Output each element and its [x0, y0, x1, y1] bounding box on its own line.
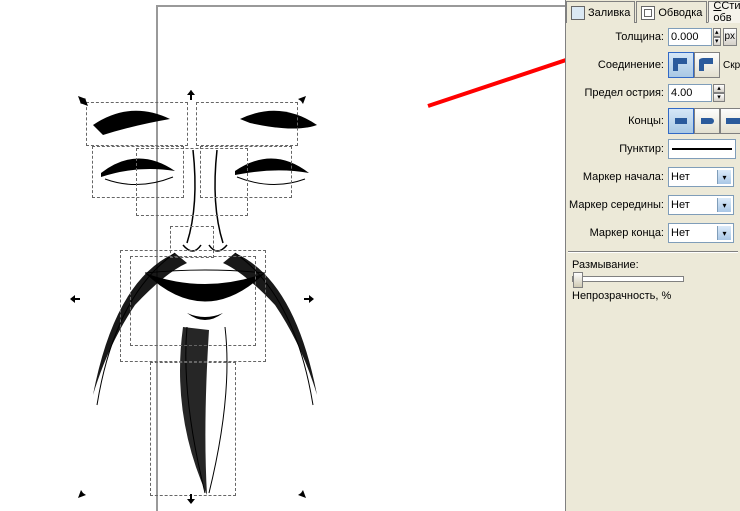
label-opacity: Непрозрачность, %: [566, 288, 740, 304]
label-marker-start: Маркер начала:: [566, 171, 668, 183]
join-round-label: Скругл: [723, 60, 740, 71]
scale-handle-s[interactable]: [186, 494, 196, 504]
cap-square-button[interactable]: [720, 108, 740, 134]
panel-tabs: Заливка Обводка ССтиль обв: [566, 0, 740, 23]
selection-box: [196, 102, 298, 146]
cap-round-icon: [699, 113, 715, 129]
label-marker-mid: Маркер середины:: [566, 199, 668, 211]
cap-butt-icon: [673, 113, 689, 129]
tab-stroke[interactable]: Обводка: [636, 1, 707, 23]
fill-swatch-icon: [571, 6, 585, 20]
slider-thumb[interactable]: [573, 272, 583, 288]
selection-box: [86, 102, 188, 146]
scale-handle-ne[interactable]: [296, 96, 306, 106]
fill-stroke-panel: Заливка Обводка ССтиль обв Толщина: ▴ ▾ …: [565, 0, 740, 511]
join-round-icon: [699, 57, 715, 73]
separator: [568, 251, 738, 253]
cap-square-icon: [725, 113, 740, 129]
tab-label: Заливка: [588, 7, 630, 19]
unit-select[interactable]: px: [723, 28, 738, 46]
dash-preview-icon: [672, 148, 732, 150]
canvas[interactable]: [0, 0, 566, 511]
tab-label: Обводка: [658, 7, 702, 19]
miter-limit-input[interactable]: [668, 84, 712, 102]
dash-pattern-select[interactable]: [668, 139, 736, 159]
tab-label: ССтиль обв: [713, 0, 740, 24]
stroke-swatch-icon: [641, 6, 655, 20]
marker-mid-value: Нет: [671, 199, 690, 211]
marker-end-select[interactable]: Нет ▾: [668, 223, 734, 243]
label-blur: Размывание:: [566, 257, 740, 273]
label-width: Толщина:: [566, 31, 668, 43]
marker-start-value: Нет: [671, 171, 690, 183]
chevron-down-icon: ▾: [717, 170, 731, 184]
cap-round-button[interactable]: [694, 108, 720, 134]
spin-up-icon[interactable]: ▴: [713, 84, 725, 93]
cap-butt-button[interactable]: [668, 108, 694, 134]
spin-up-icon[interactable]: ▴: [713, 28, 721, 37]
scale-handle-e[interactable]: [304, 294, 314, 304]
selection-box: [136, 148, 248, 216]
selection-box: [130, 256, 256, 346]
stroke-width-input[interactable]: [668, 28, 712, 46]
chevron-down-icon: ▾: [717, 226, 731, 240]
label-marker-end: Маркер конца:: [566, 227, 668, 239]
label-join: Соединение:: [566, 59, 668, 71]
tab-fill[interactable]: Заливка: [566, 1, 635, 23]
marker-start-select[interactable]: Нет ▾: [668, 167, 734, 187]
stroke-width-spin[interactable]: ▴ ▾: [713, 28, 721, 46]
marker-mid-select[interactable]: Нет ▾: [668, 195, 734, 215]
scale-handle-se[interactable]: [296, 488, 306, 498]
label-dash: Пунктир:: [566, 143, 668, 155]
scale-handle-w[interactable]: [70, 294, 80, 304]
join-miter-icon: [673, 57, 689, 73]
scale-handle-sw[interactable]: [78, 488, 88, 498]
join-round-button[interactable]: [694, 52, 720, 78]
marker-end-value: Нет: [671, 227, 690, 239]
chevron-down-icon: ▾: [717, 198, 731, 212]
join-miter-button[interactable]: [668, 52, 694, 78]
label-miter: Предел острия:: [566, 87, 668, 99]
label-cap: Концы:: [566, 115, 668, 127]
selection-box: [150, 362, 236, 496]
tab-stroke-style[interactable]: ССтиль обв: [708, 1, 740, 23]
miter-spin[interactable]: ▴ ▾: [713, 84, 725, 102]
blur-slider[interactable]: [572, 276, 684, 282]
scale-handle-n[interactable]: [186, 90, 196, 100]
scale-handle-nw[interactable]: [78, 96, 88, 106]
spin-down-icon[interactable]: ▾: [713, 37, 721, 46]
spin-down-icon[interactable]: ▾: [713, 93, 725, 102]
